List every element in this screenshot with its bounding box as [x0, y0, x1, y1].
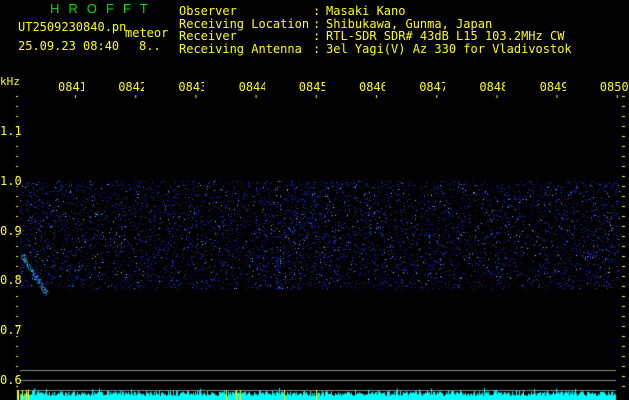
info-label: Receiving Antenna — [179, 41, 302, 56]
y-tick-label: 1.0 — [0, 173, 22, 188]
info-label: Observer — [179, 4, 237, 18]
info-separator: : — [313, 16, 321, 31]
x-tick-label: 0847 — [419, 80, 446, 94]
y-tick-label: 0.6 — [0, 373, 22, 387]
x-tick-label: 0841 — [58, 80, 84, 94]
datetime: 25.09.23 08:40 — [18, 39, 120, 53]
x-tick-label: 0846 — [359, 80, 385, 94]
count: 8.. — [139, 39, 161, 53]
info-separator: : — [313, 41, 321, 56]
info-value: Masaki Kano — [326, 4, 406, 18]
x-tick-label: 0844 — [238, 80, 265, 94]
x-tick-label: 0848 — [479, 80, 506, 94]
spectrogram-canvas — [0, 0, 629, 400]
info-separator: : — [313, 29, 321, 43]
x-tick-label: 0843 — [178, 80, 205, 94]
x-tick-label: 0842 — [118, 80, 145, 94]
app-title: HROFFT — [50, 1, 157, 16]
x-tick-label: 0850 — [599, 80, 629, 94]
x-tick-label: 0849 — [539, 80, 566, 94]
spectrogram-window: HROFFT UT2509230840.pn meteor 25.09.23 0… — [0, 0, 629, 400]
mode-label: meteor — [125, 26, 169, 40]
info-label: Receiver — [179, 29, 237, 43]
info-label: Receiving Location — [179, 16, 310, 31]
info-value: 3el Yagi(V) Az 330 for Vladivostok — [326, 41, 572, 56]
filename: UT2509230840.pn — [18, 20, 127, 34]
y-tick-label: 0.8 — [0, 273, 22, 288]
y-tick-label: 1.1 — [0, 124, 22, 138]
info-separator: : — [313, 4, 321, 18]
y-tick-label: 0.7 — [0, 323, 22, 338]
x-tick-label: 0845 — [298, 80, 325, 94]
info-value: Shibukawa, Gunma, Japan — [326, 16, 493, 31]
y-unit-label: kHz — [0, 75, 20, 88]
y-tick-label: 0.9 — [0, 223, 22, 238]
info-value: RTL-SDR SDR# 43dB L15 103.2MHz CW — [326, 29, 565, 43]
